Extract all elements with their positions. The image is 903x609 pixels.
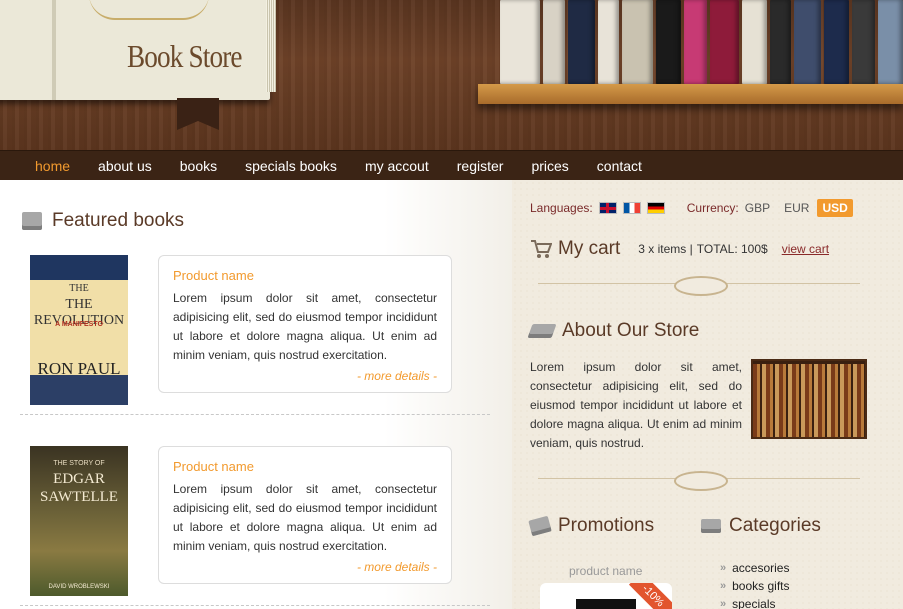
- logo-title: Book Store: [127, 38, 243, 74]
- featured-books-title: Featured books: [52, 210, 185, 231]
- book-icon: [527, 324, 557, 338]
- more-details-link[interactable]: - more details -: [173, 369, 437, 383]
- shelf-books-image: [500, 0, 903, 84]
- product-description: Lorem ipsum dolor sit amet, consectetur …: [173, 291, 437, 362]
- nav-my-account[interactable]: my accout: [365, 158, 429, 174]
- cover-subtitle: THE STORY OF: [53, 460, 105, 467]
- list-item[interactable]: » specials: [720, 595, 790, 609]
- france-flag-icon[interactable]: [622, 202, 641, 214]
- main-content: Featured books THE THE REVOLUTION A MANI…: [0, 180, 512, 609]
- header-banner: Book Store: [0, 0, 903, 150]
- nav-register[interactable]: register: [457, 158, 504, 174]
- product-name-link[interactable]: Product name: [173, 268, 437, 283]
- currency-label: Currency:: [686, 201, 739, 215]
- product-description: Lorem ipsum dolor sit amet, consectetur …: [173, 482, 437, 553]
- divider: [20, 414, 490, 415]
- product-name-link[interactable]: Product name: [173, 459, 437, 474]
- bookshelf-image: [751, 359, 867, 439]
- promotions-heading: Promotions: [528, 515, 655, 537]
- ornament-divider: [538, 471, 860, 491]
- chevron-right-icon: »: [720, 562, 727, 574]
- language-currency-bar: Languages: Currency: GBP EUR USD: [530, 199, 853, 217]
- currency-gbp[interactable]: GBP: [745, 201, 770, 215]
- book-cover-edgar-sawtelle[interactable]: THE STORY OF EDGAR SAWTELLE DAVID WROBLE…: [30, 446, 128, 596]
- bookmark-ribbon-icon: [177, 98, 219, 130]
- tag-icon: [528, 515, 552, 537]
- nav-about-us[interactable]: about us: [98, 158, 152, 174]
- box-icon: [22, 212, 42, 230]
- categories-title: Categories: [729, 515, 821, 536]
- product-card: Product name Lorem ipsum dolor sit amet,…: [158, 446, 452, 584]
- ornament-divider: [538, 276, 860, 296]
- promotions-title: Promotions: [558, 515, 655, 536]
- categories-list: » accesories » books gifts » specials: [720, 559, 790, 609]
- list-item[interactable]: » accesories: [720, 559, 790, 577]
- promo-product-box[interactable]: -10%: [540, 583, 672, 609]
- currency-eur[interactable]: EUR: [784, 201, 809, 215]
- list-item[interactable]: » books gifts: [720, 577, 790, 595]
- nav-specials-books[interactable]: specials books: [245, 158, 337, 174]
- promo-product-name[interactable]: product name: [569, 564, 642, 578]
- folder-icon: [701, 519, 721, 533]
- logo-book[interactable]: Book Store: [0, 0, 276, 100]
- view-cart-link[interactable]: view cart: [782, 242, 829, 256]
- nav-prices[interactable]: prices: [531, 158, 568, 174]
- product-card: Product name Lorem ipsum dolor sit amet,…: [158, 255, 452, 393]
- cart-summary: My cart 3 x items | TOTAL: 100$ view car…: [530, 238, 829, 260]
- about-store-text: Lorem ipsum dolor sit amet, consectetur …: [530, 360, 742, 450]
- cover-author: DAVID WROBLEWSKI: [48, 584, 110, 590]
- more-details-link[interactable]: - more details -: [173, 560, 437, 574]
- cart-icon: [531, 240, 552, 258]
- ornament-icon: [89, 0, 209, 20]
- about-store-heading: About Our Store: [527, 320, 700, 342]
- promo-book-image: [576, 599, 636, 609]
- uk-flag-icon[interactable]: [598, 202, 617, 214]
- main-nav: home about us books specials books my ac…: [0, 150, 903, 180]
- book-cover-revolution[interactable]: THE THE REVOLUTION A MANIFESTO RON PAUL: [30, 255, 128, 405]
- germany-flag-icon[interactable]: [646, 202, 665, 214]
- chevron-right-icon: »: [720, 580, 727, 592]
- divider: [20, 605, 490, 606]
- categories-heading: Categories: [701, 515, 821, 537]
- shelf: [478, 84, 903, 104]
- cart-title: My cart: [558, 238, 621, 259]
- chevron-right-icon: »: [720, 598, 727, 609]
- nav-books[interactable]: books: [180, 158, 217, 174]
- about-store-title: About Our Store: [562, 320, 700, 341]
- sidebar: Languages: Currency: GBP EUR USD My cart…: [512, 180, 903, 609]
- nav-contact[interactable]: contact: [597, 158, 642, 174]
- currency-usd[interactable]: USD: [817, 199, 853, 217]
- cart-items: 3 x items |: [638, 242, 693, 256]
- featured-books-heading: Featured books: [22, 210, 184, 232]
- cover-subtitle: A MANIFESTO: [55, 321, 103, 328]
- cart-total: TOTAL: 100$: [696, 242, 768, 256]
- cover-author: RON PAUL: [37, 359, 121, 378]
- languages-label: Languages:: [530, 201, 593, 215]
- nav-home[interactable]: home: [35, 158, 70, 174]
- cover-title: EDGAR SAWTELLE: [40, 471, 118, 505]
